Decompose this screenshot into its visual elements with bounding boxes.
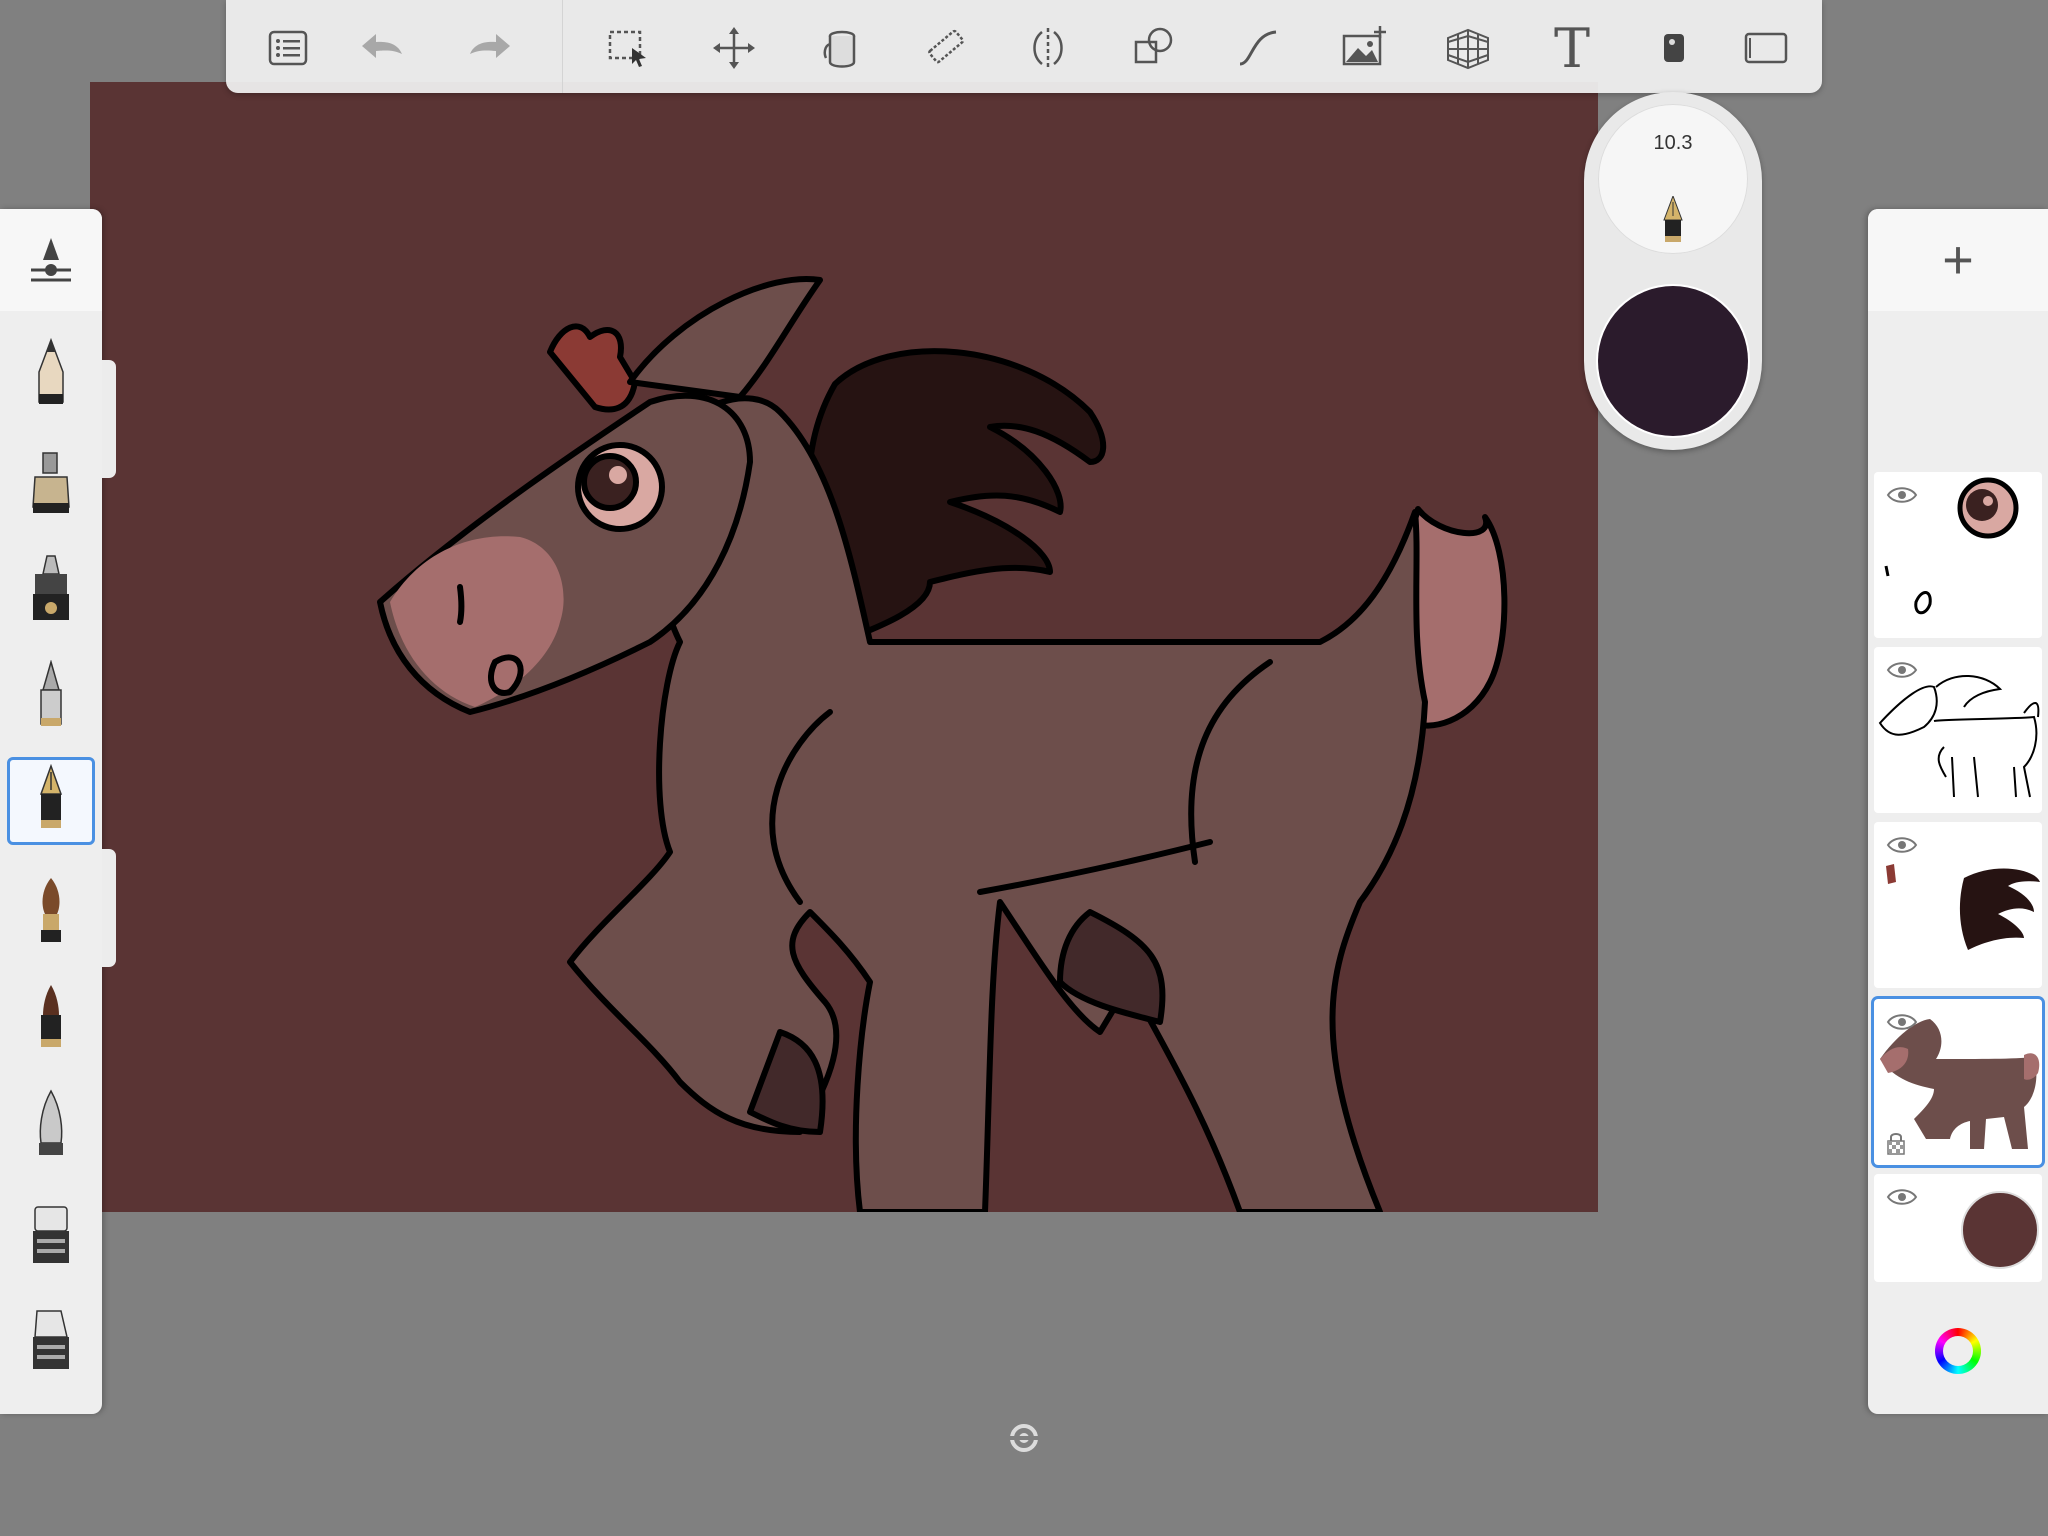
layer-background[interactable] <box>1874 1174 2042 1282</box>
top-toolbar: T <box>226 0 1822 93</box>
eraser-icon <box>33 1206 69 1263</box>
color-wheel-button[interactable] <box>1935 1328 1981 1374</box>
brush-settings-icon <box>31 238 71 282</box>
brush-size-control[interactable]: 10.3 <box>1598 104 1748 254</box>
add-image-button[interactable] <box>1336 20 1392 76</box>
layers-panel: + <box>1868 209 2048 1414</box>
undo-icon <box>362 34 402 58</box>
ruler-icon <box>928 29 965 64</box>
shapes-button[interactable] <box>1126 20 1182 76</box>
selection-icon <box>608 30 646 67</box>
paint-bucket-icon <box>823 30 856 68</box>
stroke-button[interactable] <box>1230 20 1286 76</box>
visibility-eye-icon[interactable] <box>1886 834 1918 856</box>
perspective-button[interactable] <box>1440 20 1496 76</box>
redo-button[interactable] <box>462 20 518 76</box>
brush-paintbrush[interactable] <box>10 872 92 954</box>
layer-mane[interactable] <box>1874 822 2042 988</box>
layer-body-color[interactable] <box>1874 999 2042 1165</box>
alpha-lock-icon[interactable] <box>1886 1131 1906 1155</box>
brush-puck[interactable]: 10.3 <box>1584 92 1762 450</box>
selection-button[interactable] <box>600 20 656 76</box>
brush-soft-eraser[interactable] <box>10 1085 92 1167</box>
fullscreen-button[interactable] <box>1738 20 1794 76</box>
visibility-eye-icon[interactable] <box>1886 484 1918 506</box>
visibility-eye-icon[interactable] <box>1886 1011 1918 1033</box>
paintbrush-icon <box>41 878 61 942</box>
brush-soft-eraser-2[interactable] <box>10 1299 92 1381</box>
toolbar-separator <box>562 0 563 93</box>
marker-icon <box>1664 34 1684 62</box>
brush-airbrush[interactable] <box>10 550 92 632</box>
layer-lineart[interactable] <box>1874 647 2042 813</box>
ruler-button[interactable] <box>918 20 974 76</box>
felt-pen-icon <box>41 985 61 1047</box>
menu-button[interactable] <box>260 20 316 76</box>
redo-icon <box>470 34 510 58</box>
horse-drawing <box>377 276 1508 1212</box>
eraser-icon <box>33 1310 69 1369</box>
current-color-swatch[interactable] <box>1598 286 1748 436</box>
text-button[interactable]: T <box>1544 17 1600 80</box>
brush-size-label: 10.3 <box>1653 132 1693 154</box>
brush-marker[interactable] <box>10 443 92 525</box>
brush-pencil[interactable] <box>10 334 92 416</box>
marker-brush-icon <box>32 452 70 513</box>
visibility-eye-icon[interactable] <box>1886 659 1918 681</box>
fountain-pen-icon <box>1663 196 1683 242</box>
drawing-canvas[interactable] <box>90 82 1598 1212</box>
fountain-pen-icon <box>39 764 63 828</box>
airbrush-icon <box>33 555 69 620</box>
brush-felt-pen[interactable] <box>10 979 92 1061</box>
undo-button[interactable] <box>354 20 410 76</box>
list-icon <box>268 30 308 66</box>
symmetry-button[interactable] <box>1020 20 1076 76</box>
curve-icon <box>1239 30 1277 66</box>
move-icon <box>713 27 755 69</box>
brush-scroll-handle-top[interactable] <box>102 360 116 478</box>
shapes-icon <box>1134 27 1173 64</box>
transform-button[interactable] <box>706 20 762 76</box>
brush-ballpoint[interactable] <box>10 656 92 738</box>
layer-eye[interactable] <box>1874 472 2042 638</box>
pencil-icon <box>38 338 64 404</box>
eraser-tip-icon <box>39 1089 63 1155</box>
add-layer-button[interactable]: + <box>1868 209 2048 311</box>
copic-button[interactable] <box>1646 20 1702 76</box>
ballpoint-icon <box>40 660 62 726</box>
brush-hard-eraser[interactable] <box>10 1193 92 1275</box>
brush-palette <box>0 209 116 1414</box>
symmetry-icon <box>1033 28 1063 68</box>
fill-button[interactable] <box>812 20 868 76</box>
brush-inking-pen[interactable] <box>7 757 95 845</box>
add-image-icon <box>1342 26 1386 66</box>
fullscreen-icon <box>1744 32 1788 64</box>
visibility-eye-icon[interactable] <box>1886 1186 1918 1208</box>
brush-properties-button[interactable] <box>0 209 102 311</box>
perspective-grid-icon <box>1447 28 1489 70</box>
lagoon-handle-icon[interactable] <box>1008 1422 1040 1454</box>
text-icon: T <box>1553 16 1591 80</box>
brush-scroll-handle-bottom[interactable] <box>102 849 116 967</box>
